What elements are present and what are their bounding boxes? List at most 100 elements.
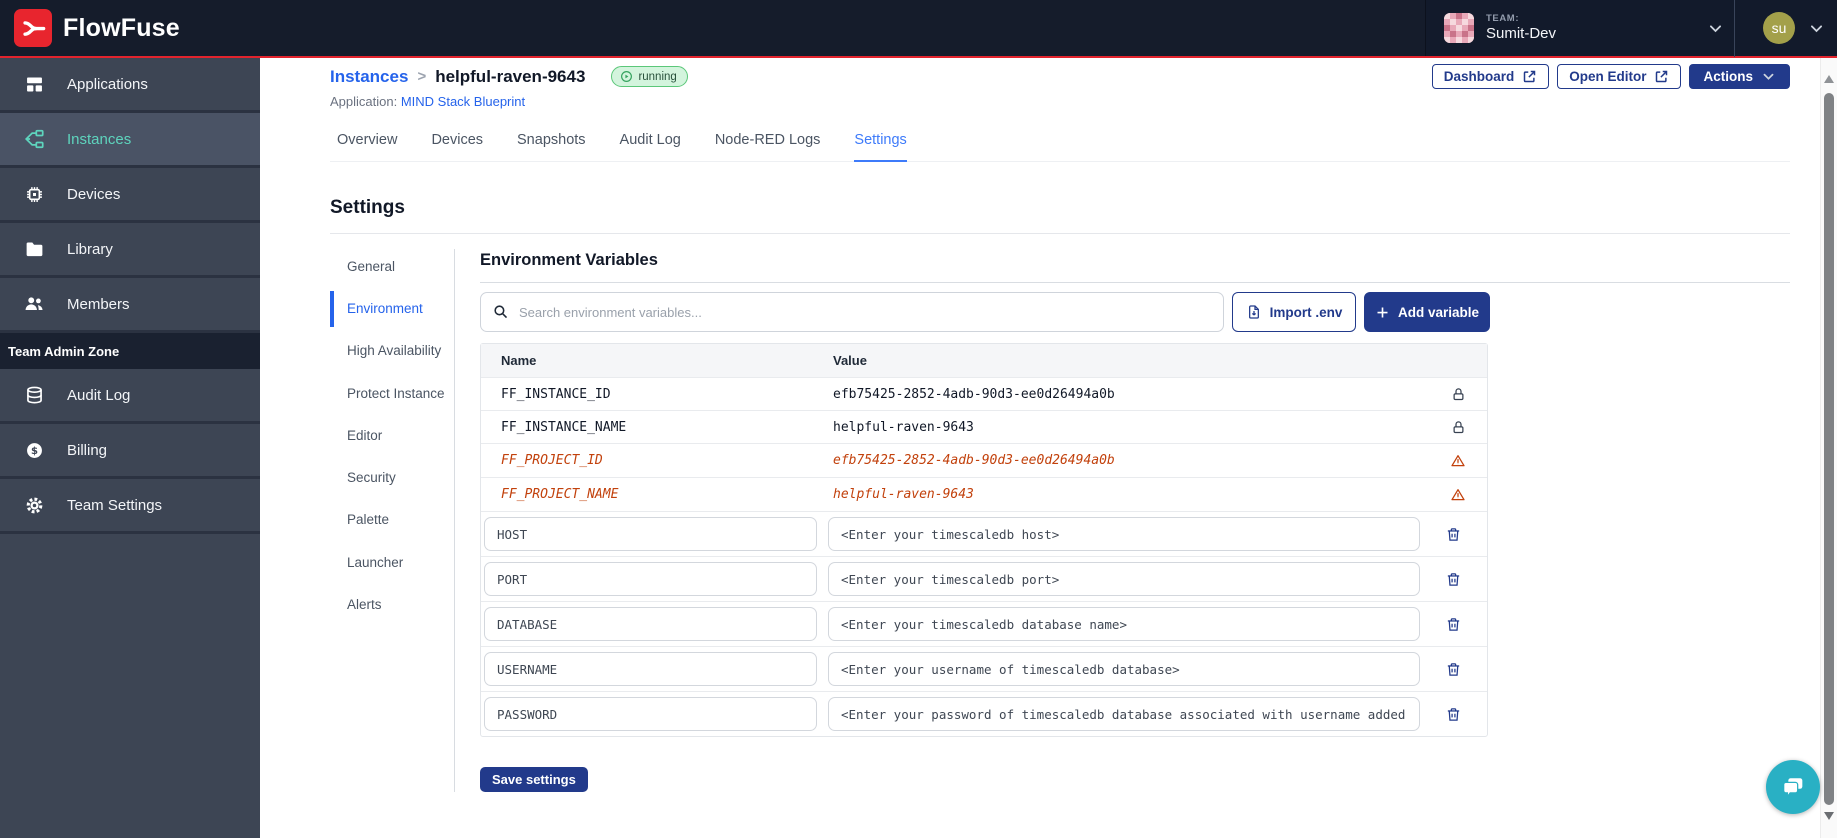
sidebar-item-instances[interactable]: Instances (0, 113, 260, 168)
delete-variable-button[interactable] (1445, 706, 1462, 723)
table-row: FF_INSTANCE_NAME helpful-raven-9643 (481, 410, 1487, 443)
sidebar: Applications Instances Devices Library M… (0, 58, 260, 838)
external-link-icon (1654, 69, 1669, 84)
sidebar-item-audit-log[interactable]: Audit Log (0, 369, 260, 424)
section-title: Environment Variables (480, 251, 658, 269)
scroll-up-arrow[interactable] (1824, 75, 1834, 83)
import-env-label: Import .env (1269, 304, 1343, 320)
settings-nav-alerts[interactable]: Alerts (330, 587, 454, 623)
delete-variable-button[interactable] (1445, 616, 1462, 633)
team-avatar (1444, 13, 1474, 43)
divider (330, 233, 1790, 234)
instances-icon (23, 128, 45, 150)
env-var-name-input[interactable] (484, 607, 817, 641)
tab-snapshots[interactable]: Snapshots (517, 132, 586, 161)
svg-text:$: $ (31, 446, 38, 457)
sidebar-item-label: Team Settings (67, 496, 163, 514)
scrollbar-thumb[interactable] (1824, 93, 1834, 805)
delete-variable-button[interactable] (1445, 661, 1462, 678)
environment-section: Environment Variables Search environment… (455, 249, 1790, 792)
app-window: FlowFuse TEAM: Sumit-Dev su Applications… (0, 0, 1837, 838)
add-variable-button[interactable]: Add variable (1364, 292, 1490, 332)
sidebar-item-team-settings[interactable]: Team Settings (0, 479, 260, 534)
tab-overview[interactable]: Overview (337, 132, 397, 161)
breadcrumb-instances-link[interactable]: Instances (330, 67, 408, 87)
application-label: Application: (330, 94, 398, 109)
sidebar-item-label: Applications (67, 75, 148, 93)
user-avatar: su (1763, 12, 1795, 44)
chat-widget-button[interactable] (1766, 760, 1820, 814)
team-selector[interactable]: TEAM: Sumit-Dev (1444, 13, 1724, 43)
settings-nav-protect-instance[interactable]: Protect Instance (330, 376, 454, 412)
settings-nav-general[interactable]: General (330, 249, 454, 285)
delete-variable-button[interactable] (1445, 571, 1462, 588)
flowfuse-logo[interactable]: FlowFuse (14, 9, 180, 47)
chevron-down-icon (1761, 69, 1776, 84)
env-var-value-input[interactable] (828, 517, 1420, 551)
save-settings-button[interactable]: Save settings (480, 767, 588, 792)
env-toolbar: Import .env Add variable (480, 292, 1790, 332)
add-variable-label: Add variable (1397, 304, 1480, 320)
env-var-value: helpful-raven-9643 (833, 487, 974, 502)
sidebar-item-label: Library (67, 240, 113, 258)
env-var-name-input[interactable] (484, 562, 817, 596)
dollar-icon: $ (23, 440, 45, 461)
status-badge: running (611, 66, 688, 87)
sidebar-item-label: Members (67, 295, 130, 313)
env-var-name-input[interactable] (484, 517, 817, 551)
open-editor-button[interactable]: Open Editor (1557, 64, 1682, 89)
settings-nav-launcher[interactable]: Launcher (330, 545, 454, 581)
page-title: Settings (330, 197, 405, 218)
users-icon (23, 293, 45, 315)
search-input[interactable] (480, 292, 1224, 332)
sidebar-item-label: Audit Log (67, 386, 131, 404)
sidebar-item-applications[interactable]: Applications (0, 58, 260, 113)
settings-nav-palette[interactable]: Palette (330, 502, 454, 538)
env-var-value-input[interactable] (828, 562, 1420, 596)
actions-button-label: Actions (1703, 69, 1753, 84)
env-var-name-input[interactable] (484, 697, 817, 731)
tab-settings[interactable]: Settings (854, 132, 907, 162)
env-var-value-input[interactable] (828, 697, 1420, 731)
warning-icon (1429, 453, 1487, 469)
tab-node-red-logs[interactable]: Node-RED Logs (715, 132, 821, 161)
warning-icon (1429, 487, 1487, 503)
env-variables-table: Name Value FF_INSTANCE_ID efb75425-2852-… (480, 343, 1488, 737)
settings-nav-security[interactable]: Security (330, 460, 454, 496)
delete-variable-button[interactable] (1445, 526, 1462, 543)
sidebar-item-billing[interactable]: $ Billing (0, 424, 260, 479)
sidebar-item-devices[interactable]: Devices (0, 168, 260, 223)
status-text: running (638, 70, 677, 83)
application-line: Application: MIND Stack Blueprint (330, 94, 1790, 109)
sidebar-item-label: Devices (67, 185, 121, 203)
dashboard-button-label: Dashboard (1443, 69, 1515, 84)
table-row: FF_PROJECT_NAME helpful-raven-9643 (481, 477, 1487, 511)
dashboard-button[interactable]: Dashboard (1431, 64, 1550, 89)
settings-nav: General Environment High Availability Pr… (330, 249, 455, 792)
sidebar-item-library[interactable]: Library (0, 223, 260, 278)
actions-button[interactable]: Actions (1689, 64, 1790, 89)
team-admin-zone-label: Team Admin Zone (0, 333, 260, 369)
tab-devices[interactable]: Devices (431, 132, 483, 161)
import-env-button[interactable]: Import .env (1232, 292, 1356, 332)
env-var-value-input[interactable] (828, 652, 1420, 686)
settings-nav-environment[interactable]: Environment (330, 291, 454, 328)
settings-nav-high-availability[interactable]: High Availability (330, 333, 454, 369)
settings-nav-editor[interactable]: Editor (330, 418, 454, 454)
env-var-value-input[interactable] (828, 607, 1420, 641)
table-row: FF_PROJECT_ID efb75425-2852-4adb-90d3-ee… (481, 443, 1487, 477)
table-row (481, 691, 1487, 736)
tab-audit-log[interactable]: Audit Log (620, 132, 681, 161)
scroll-down-arrow[interactable] (1824, 812, 1834, 820)
sidebar-item-label: Instances (67, 130, 132, 148)
scrollbar[interactable] (1820, 58, 1837, 838)
application-link[interactable]: MIND Stack Blueprint (401, 94, 525, 109)
env-var-name-input[interactable] (484, 652, 817, 686)
user-menu[interactable]: su (1735, 12, 1825, 44)
brand-name: FlowFuse (63, 13, 180, 42)
breadcrumb-separator: > (417, 68, 427, 85)
lock-icon (1429, 387, 1487, 402)
env-var-name: FF_PROJECT_NAME (501, 487, 619, 502)
sidebar-item-members[interactable]: Members (0, 278, 260, 333)
lock-icon (1429, 420, 1487, 435)
